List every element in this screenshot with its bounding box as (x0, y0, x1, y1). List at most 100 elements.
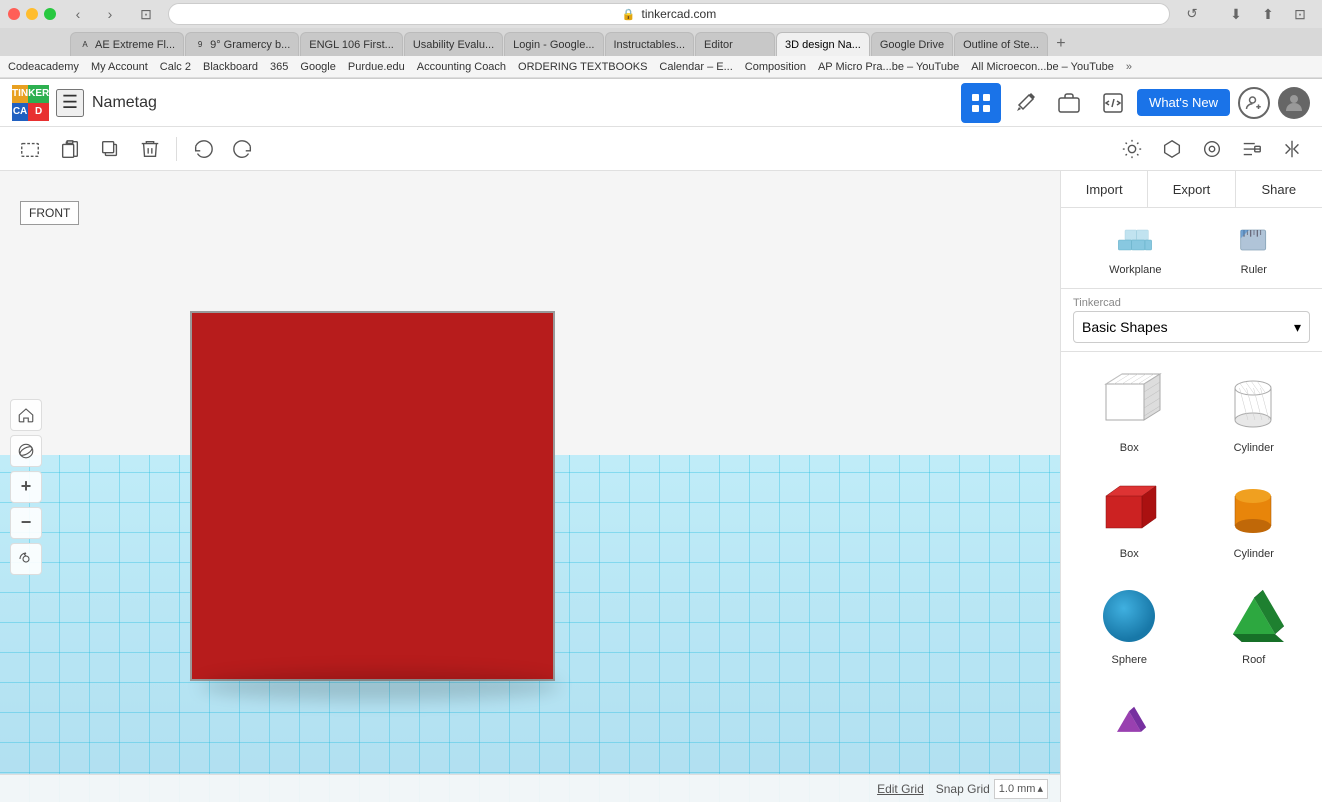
back-button[interactable]: ‹ (64, 3, 92, 25)
zoom-out-button[interactable]: − (10, 507, 42, 539)
light-button[interactable] (1114, 131, 1150, 167)
download-button[interactable]: ⬇ (1222, 3, 1250, 25)
code-button[interactable] (1093, 83, 1133, 123)
fullscreen-button[interactable]: ⊡ (1286, 3, 1314, 25)
tab-label: ENGL 106 First... (309, 39, 394, 51)
bookmark-calc[interactable]: Calc 2 (160, 61, 191, 73)
tab-google-drive[interactable]: Google Drive (871, 32, 953, 56)
snap-grid-label: Snap Grid (936, 782, 990, 796)
grid-view-button[interactable] (961, 83, 1001, 123)
delete-button[interactable] (132, 131, 168, 167)
shape-preview-cylinder-wire (1219, 368, 1289, 438)
tab-ae-extreme[interactable]: A AE Extreme Fl... (70, 32, 184, 56)
paste-button[interactable] (52, 131, 88, 167)
address-bar[interactable]: 🔒 tinkercad.com (168, 3, 1170, 25)
project-name[interactable]: Nametag (92, 94, 953, 112)
gallery-button[interactable] (1049, 83, 1089, 123)
import-button[interactable]: Import (1061, 171, 1148, 207)
tab-instructables[interactable]: Instructables... (605, 32, 695, 56)
shape-item-box-solid[interactable]: Box (1069, 466, 1190, 568)
orbit-button[interactable] (10, 435, 42, 467)
bookmark-my-account[interactable]: My Account (91, 61, 148, 73)
main-content: FRONT + (0, 171, 1322, 802)
library-dropdown[interactable]: Basic Shapes ▾ (1073, 311, 1310, 343)
snap-dropdown[interactable]: 1.0 mm ▴ (994, 779, 1048, 799)
bookmark-blackboard[interactable]: Blackboard (203, 61, 258, 73)
bookmark-more[interactable]: » (1126, 61, 1132, 73)
new-workplane-button[interactable] (12, 131, 48, 167)
new-tab-button[interactable]: + (1049, 32, 1073, 56)
logo-tin: TIN (12, 85, 28, 103)
shape-container[interactable] (190, 311, 555, 681)
bookmark-all-micro[interactable]: All Microecon...be – YouTube (971, 61, 1114, 73)
shape-item-box-wire[interactable]: Box (1069, 360, 1190, 462)
bookmark-ap-micro[interactable]: AP Micro Pra...be – YouTube (818, 61, 959, 73)
3d-box-shape[interactable] (190, 311, 555, 681)
workplane-button[interactable]: Workplane (1101, 216, 1169, 280)
undo-button[interactable] (185, 131, 221, 167)
bookmark-purdue[interactable]: Purdue.edu (348, 61, 405, 73)
duplicate-button[interactable] (92, 131, 128, 167)
logo-cad2: D (28, 103, 49, 121)
tab-outline[interactable]: Outline of Ste... (954, 32, 1048, 56)
viewport[interactable]: FRONT + (0, 171, 1060, 802)
tab-gramercy[interactable]: 9 9° Gramercy b... (185, 32, 299, 56)
bookmark-calendar[interactable]: Calendar – E... (659, 61, 732, 73)
home-view-button[interactable] (10, 399, 42, 431)
bookmark-composition[interactable]: Composition (745, 61, 806, 73)
bookmark-google[interactable]: Google (300, 61, 335, 73)
reload-button[interactable]: ↺ (1178, 3, 1206, 25)
share-button[interactable]: Share (1236, 171, 1322, 207)
tools-icon (1013, 91, 1037, 115)
bookmark-365[interactable]: 365 (270, 61, 288, 73)
add-user-icon (1245, 94, 1263, 112)
bookmark-codeacademy[interactable]: Codeacademy (8, 61, 79, 73)
ruler-icon-container (1234, 220, 1274, 260)
hamburger-button[interactable]: ☰ (56, 89, 84, 117)
shape-item-roof[interactable]: Roof (1194, 572, 1315, 674)
mirror-button[interactable] (1274, 131, 1310, 167)
workplane-icon-container (1115, 220, 1155, 260)
minimize-button[interactable] (26, 8, 38, 20)
shape-preview-roof (1219, 580, 1289, 650)
ruler-button[interactable]: Ruler (1226, 216, 1282, 280)
add-user-button[interactable] (1238, 87, 1270, 119)
edit-grid-link[interactable]: Edit Grid (877, 782, 924, 796)
target-button[interactable] (1194, 131, 1230, 167)
shape-item-partial-1[interactable] (1069, 678, 1190, 764)
partial-shape-1-svg (1094, 701, 1164, 741)
tab-3d-design[interactable]: 3D design Na... (776, 32, 870, 56)
workplane-icon (1115, 216, 1155, 264)
shape-view-button[interactable] (1154, 131, 1190, 167)
forward-button[interactable]: › (96, 3, 124, 25)
app-header: TIN KER CA D ☰ Nametag (0, 79, 1322, 127)
orbit-icon (17, 442, 35, 460)
sphere-svg (1094, 580, 1164, 650)
whats-new-button[interactable]: What's New (1137, 89, 1230, 116)
tab-engl[interactable]: ENGL 106 First... (300, 32, 403, 56)
bookmark-accounting[interactable]: Accounting Coach (417, 61, 506, 73)
view-controls: + − (10, 399, 42, 575)
tinkercad-logo[interactable]: TIN KER CA D (12, 85, 48, 121)
maximize-button[interactable] (44, 8, 56, 20)
shape-item-cylinder-wire[interactable]: Cylinder (1194, 360, 1315, 462)
snap-value: 1.0 mm (999, 783, 1036, 795)
tab-login[interactable]: Login - Google... (504, 32, 603, 56)
zoom-in-button[interactable]: + (10, 471, 42, 503)
tab-usability[interactable]: Usability Evalu... (404, 32, 503, 56)
tab-editor[interactable]: Editor (695, 32, 775, 56)
close-button[interactable] (8, 8, 20, 20)
align-button[interactable] (1234, 131, 1270, 167)
shape-front-face[interactable] (190, 311, 555, 681)
window-button[interactable]: ⊡ (132, 3, 160, 25)
shape-item-sphere[interactable]: Sphere (1069, 572, 1190, 674)
user-avatar[interactable] (1278, 87, 1310, 119)
cylinder-wireframe-svg (1219, 368, 1289, 438)
export-button[interactable]: Export (1148, 171, 1235, 207)
shape-item-cylinder-solid[interactable]: Cylinder (1194, 466, 1315, 568)
bookmark-ordering[interactable]: ORDERING TEXTBOOKS (518, 61, 647, 73)
redo-button[interactable] (225, 131, 261, 167)
share-browser-button[interactable]: ⬆ (1254, 3, 1282, 25)
reset-view-button[interactable] (10, 543, 42, 575)
tools-button[interactable] (1005, 83, 1045, 123)
